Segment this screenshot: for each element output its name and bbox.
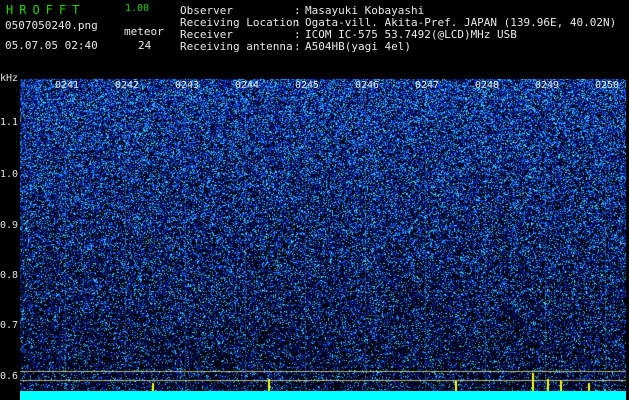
y-tick-label: 0.7 xyxy=(0,320,19,331)
app-version: 1.00 xyxy=(125,3,150,14)
time-tick-label: 0242 xyxy=(115,80,140,91)
y-tick-label: 0.8 xyxy=(0,270,19,281)
meteor-count: 24 xyxy=(138,39,152,52)
time-tick-label: 0241 xyxy=(55,80,80,91)
meteor-label: meteor xyxy=(124,25,164,38)
y-tick-label: 0.6 xyxy=(0,371,19,382)
info-label-antenna: Receiving antenna xyxy=(180,40,293,53)
app-brand: HROFFT xyxy=(6,3,86,17)
time-tick-label: 0244 xyxy=(235,80,260,91)
info-colon: : xyxy=(294,40,301,53)
y-tick-label: 1.0 xyxy=(0,169,19,180)
time-tick-label: 0247 xyxy=(415,80,440,91)
time-tick-label: 0243 xyxy=(175,80,200,91)
y-tick-label: 1.1 xyxy=(0,117,19,128)
time-tick-label: 0248 xyxy=(475,80,500,91)
time-tick-label: 0249 xyxy=(535,80,560,91)
spectrogram xyxy=(20,79,626,391)
baseline-bar xyxy=(20,391,626,400)
time-tick-label: 0245 xyxy=(295,80,320,91)
y-tick-label: 0.9 xyxy=(0,220,19,231)
time-tick-label: 0246 xyxy=(355,80,380,91)
file-datetime: 05.07.05 02:40 xyxy=(5,39,98,52)
y-axis-unit: kHz xyxy=(0,73,19,84)
time-tick-label: 0250 xyxy=(595,80,620,91)
file-name: 0507050240.png xyxy=(5,19,98,32)
info-value-antenna: A504HB(yagi 4el) xyxy=(305,40,411,53)
